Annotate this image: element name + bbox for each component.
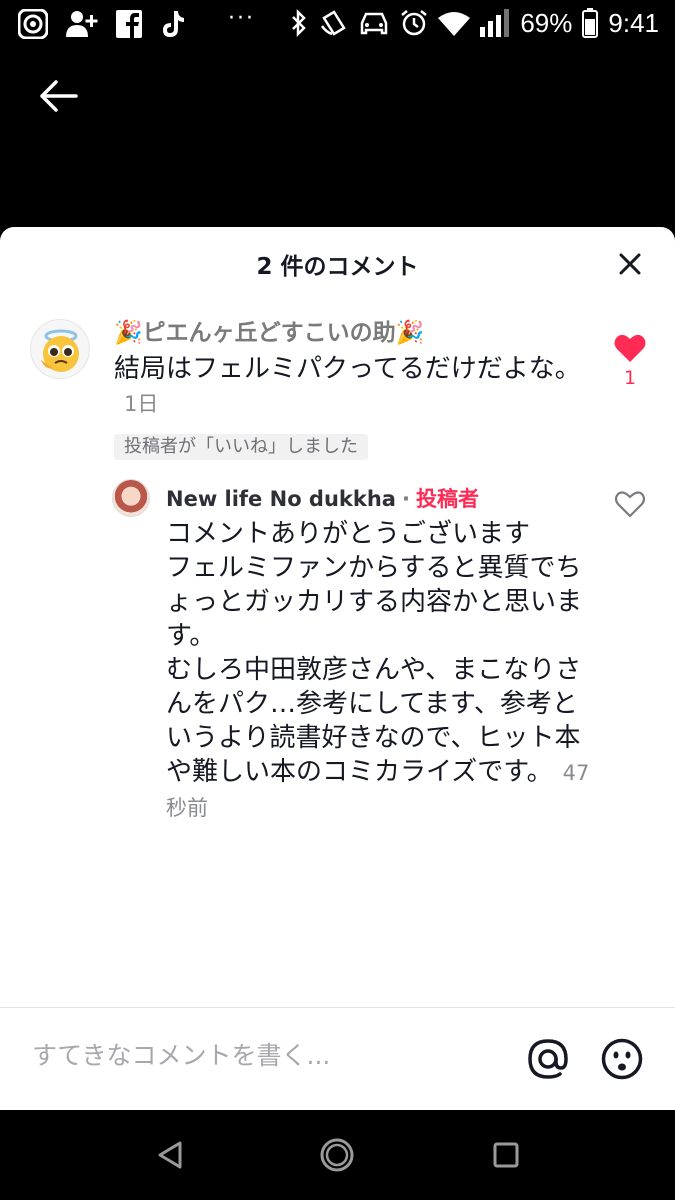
comments-sheet: 2 件のコメント 🎉ピエんヶ丘どすこいの助🎉 結局はフェルミパクってるだけだよな… <box>0 227 675 1110</box>
battery-icon <box>582 8 599 38</box>
nav-recents-icon[interactable] <box>488 1137 524 1173</box>
overflow-dots: ··· <box>228 6 255 31</box>
comment-text: 結局はフェルミパクってるだけだよな。 1日 <box>114 352 584 421</box>
navigation-bar <box>0 1110 675 1200</box>
battery-percent: 69% <box>520 7 573 38</box>
nfc-icon <box>321 10 347 36</box>
car-icon <box>361 12 388 35</box>
at-icon[interactable] <box>526 1037 570 1081</box>
comment-author[interactable]: New life No dukkha <box>166 487 396 511</box>
heart-outline-icon[interactable] <box>614 489 646 519</box>
comment-body: コメントありがとうございます フェルミファンからすると異質でちょっとガッカリする… <box>166 519 583 787</box>
system-icons: 69% 9:41 <box>290 6 659 40</box>
creator-liked-badge: 投稿者が「いいね」しました <box>114 434 368 460</box>
author-tag: 投稿者 <box>415 487 479 511</box>
back-arrow-icon[interactable] <box>36 74 80 118</box>
facebook-icon <box>116 10 142 38</box>
sheet-title: 2 件のコメント <box>256 254 419 280</box>
comment-author-line: New life No dukkha · 投稿者 <box>166 483 479 513</box>
add-person-icon <box>66 11 98 37</box>
close-icon[interactable] <box>617 251 643 277</box>
pleading-face-avatar-icon <box>41 329 79 372</box>
divider <box>0 1007 675 1008</box>
heart-filled-icon[interactable] <box>614 333 646 363</box>
nav-back-icon[interactable] <box>152 1137 188 1173</box>
nav-home-icon[interactable] <box>319 1137 355 1173</box>
signal-icon <box>480 9 510 37</box>
comment-body: 結局はフェルミパクってるだけだよな。 <box>114 354 581 384</box>
comment-author[interactable]: 🎉ピエんヶ丘どすこいの助🎉 <box>114 313 424 347</box>
separator: · <box>401 487 410 511</box>
status-bar: ··· 69% 9:41 <box>0 0 675 48</box>
tiktok-icon <box>163 11 184 37</box>
avatar[interactable] <box>112 479 150 517</box>
avatar[interactable] <box>30 319 90 379</box>
wifi-icon <box>438 12 471 36</box>
bluetooth-icon <box>292 9 307 37</box>
emoji-icon[interactable] <box>600 1037 644 1081</box>
like-count: 1 <box>623 367 637 389</box>
comment-text: コメントありがとうございます フェルミファンからすると異質でちょっとガッカリする… <box>166 517 596 825</box>
app-notification-icon <box>18 9 48 39</box>
comment-input[interactable] <box>32 1035 502 1075</box>
clock: 9:41 <box>608 7 659 38</box>
notification-icons <box>18 8 186 40</box>
alarm-icon <box>401 10 428 36</box>
comment-time: 1日 <box>124 392 159 416</box>
